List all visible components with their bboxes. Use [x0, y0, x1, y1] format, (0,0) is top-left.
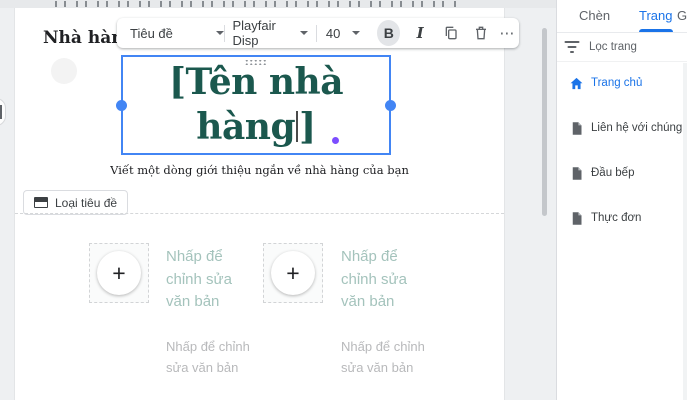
text-style-select[interactable]: Tiêu đề [130, 18, 224, 48]
section-boundary-band [0, 0, 556, 8]
filter-icon [564, 41, 580, 53]
sidebar-item-menu[interactable]: Thực đơn [557, 201, 687, 235]
collaborator-cursor-dot [332, 137, 339, 144]
font-size-select[interactable]: 40 [326, 18, 361, 48]
sidebar-item-home[interactable]: Trang chủ [557, 66, 687, 100]
edge-collapsed-button[interactable] [0, 98, 6, 126]
resize-handle-left[interactable] [116, 100, 127, 111]
duplicate-icon [445, 26, 457, 40]
drag-handle-icon[interactable] [244, 59, 268, 66]
placeholder-heading[interactable]: Nhấp để chỉnh sửa văn bản [166, 246, 261, 314]
chevron-down-icon [300, 31, 308, 35]
subtitle-text[interactable]: Viết một dòng giới thiệu ngắn về nhà hàn… [15, 163, 504, 177]
filter-pages-input[interactable]: Lọc trang [557, 33, 687, 62]
add-content-dropzone: + [263, 243, 323, 303]
section-divider [15, 213, 504, 214]
add-content-button[interactable]: + [97, 251, 141, 295]
filter-placeholder: Lọc trang [589, 41, 637, 53]
tab-themes[interactable]: Gi [677, 8, 687, 23]
delete-button[interactable] [469, 20, 492, 46]
page-icon [572, 166, 582, 180]
italic-button[interactable]: I [408, 20, 431, 46]
sidebar-panel: Chèn Trang Gi Lọc trang Trang chủ Liên h… [556, 0, 687, 400]
tab-pages[interactable]: Trang [639, 8, 672, 23]
placeholder-body[interactable]: Nhấp để chỉnh sửa văn bản [166, 336, 276, 378]
chevron-down-icon [352, 31, 361, 35]
chevron-down-icon [215, 31, 224, 35]
toolbar-divider [223, 24, 225, 42]
header-type-button[interactable]: Loại tiêu đề [23, 190, 129, 215]
plus-icon: + [286, 259, 300, 286]
toolbar-divider [316, 24, 317, 42]
sidebar-item-contact[interactable]: Liên hệ với chúng tôi [557, 111, 687, 145]
editor-canvas: Nhà hàng [Tên nhà hàng] Viết một dòng gi… [14, 8, 505, 400]
canvas-scrollbar[interactable] [542, 28, 547, 216]
add-content-dropzone: + [89, 243, 149, 303]
home-icon [570, 77, 583, 89]
text-toolbar: Tiêu đề Playfair Disp 40 B I ⋯ [117, 18, 519, 48]
bold-button[interactable]: B [377, 20, 401, 46]
plus-icon: + [112, 259, 126, 286]
sidebar-tabs: Chèn Trang Gi [557, 0, 687, 33]
tab-insert[interactable]: Chèn [579, 8, 610, 23]
more-options-button[interactable]: ⋯ [496, 20, 519, 46]
resize-handle-right[interactable] [385, 100, 396, 111]
duplicate-button[interactable] [439, 20, 462, 46]
logo-placeholder [51, 58, 77, 84]
font-family-select[interactable]: Playfair Disp [232, 18, 308, 48]
trash-icon [475, 26, 486, 40]
italic-icon: I [416, 24, 424, 42]
add-content-button[interactable]: + [271, 251, 315, 295]
text-cursor [296, 111, 299, 142]
more-options-icon: ⋯ [499, 25, 516, 42]
sidebar-item-chef[interactable]: Đầu bếp [557, 156, 687, 190]
bold-icon: B [383, 25, 394, 41]
title-text[interactable]: [Tên nhà hàng] [123, 57, 389, 150]
header-type-icon [34, 197, 48, 208]
placeholder-body[interactable]: Nhấp để chỉnh sửa văn bản [341, 336, 451, 378]
page-icon [572, 121, 582, 135]
placeholder-heading[interactable]: Nhấp để chỉnh sửa văn bản [341, 246, 436, 314]
page-list: Trang chủ Liên hệ với chúng tôi Đầu bếp … [557, 66, 687, 246]
page-icon [572, 211, 582, 225]
active-tab-indicator [639, 29, 673, 32]
title-textbox[interactable]: [Tên nhà hàng] [116, 55, 396, 155]
google-sites-editor: Nhà hàng [Tên nhà hàng] Viết một dòng gi… [0, 0, 687, 400]
section-dashed-border [55, 1, 462, 7]
sidebar-scrollbar-track[interactable] [683, 63, 687, 400]
